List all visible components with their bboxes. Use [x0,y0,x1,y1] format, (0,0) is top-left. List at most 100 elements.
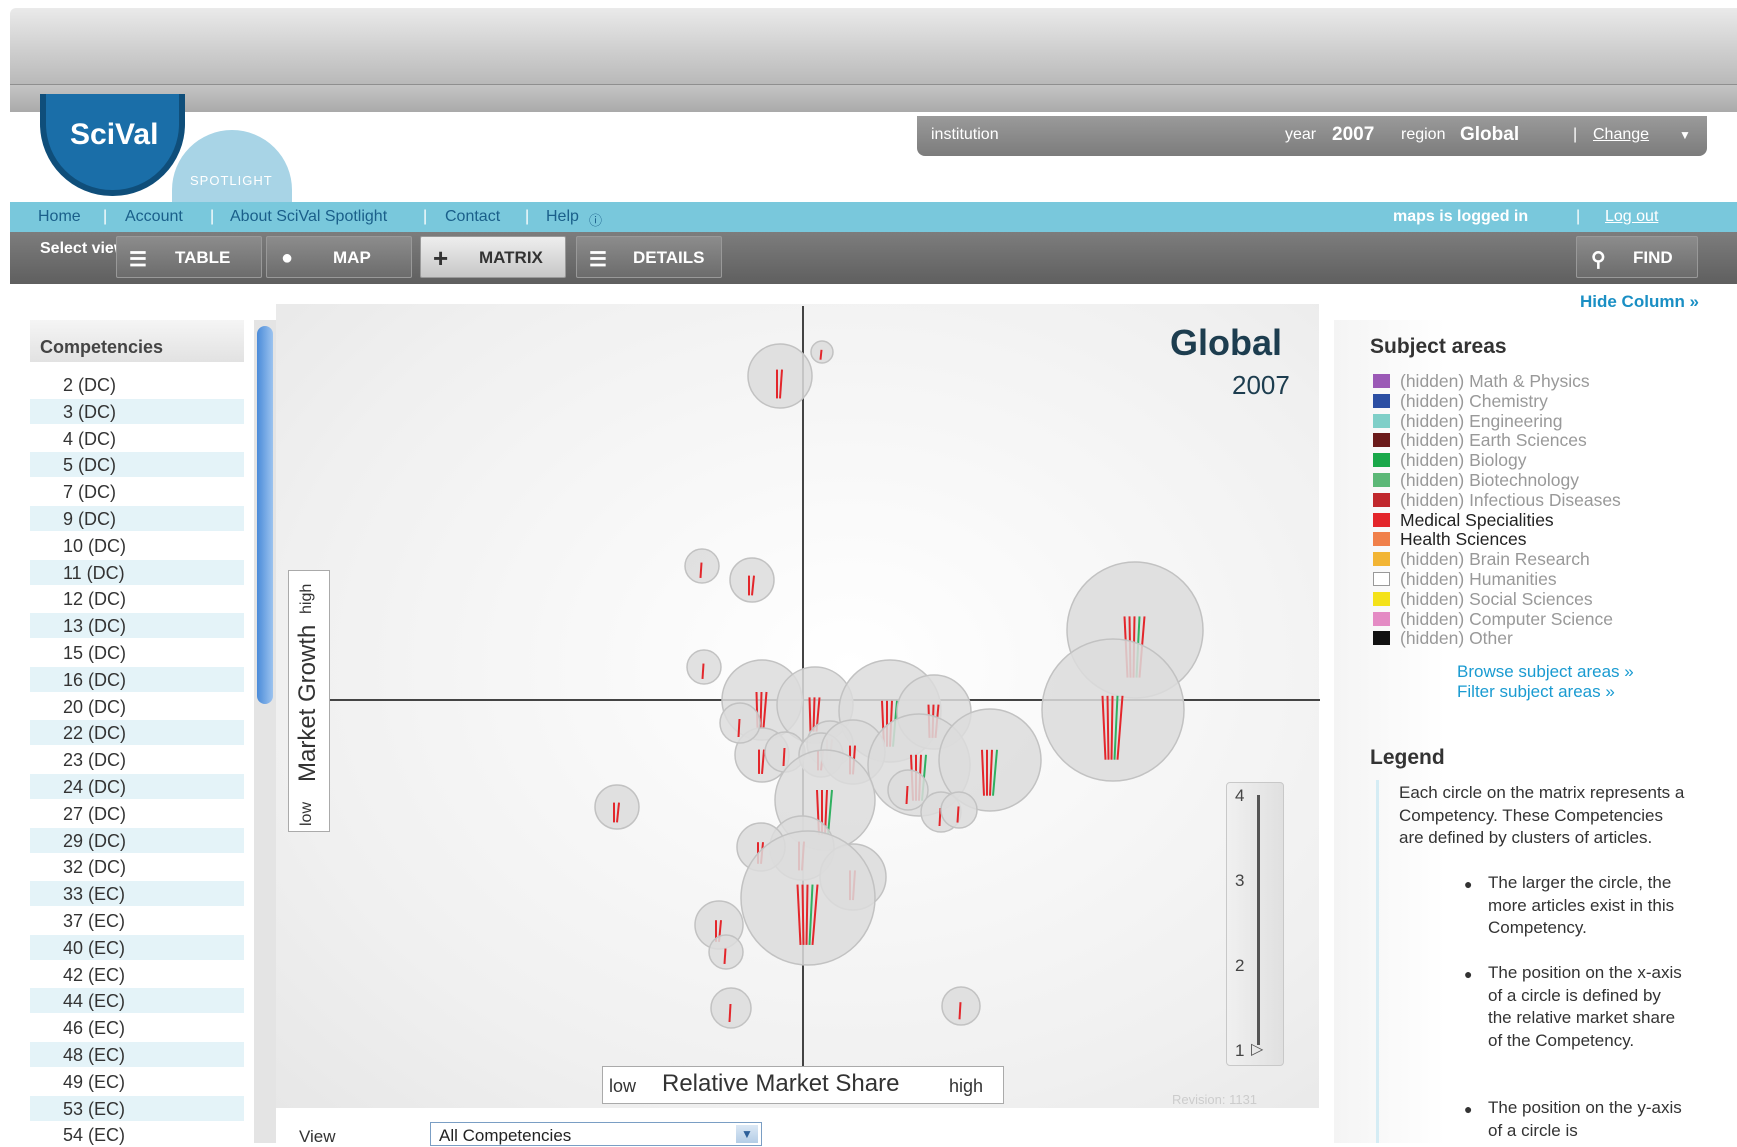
window-toolbar [10,84,1737,113]
competency-row[interactable]: 44 (EC) [30,988,244,1014]
competency-row[interactable]: 40 (EC) [30,934,244,960]
competency-row[interactable]: 22 (DC) [30,720,244,746]
nav-about[interactable]: About SciVal Spotlight [230,208,387,226]
competency-label: 5 (DC) [63,455,116,476]
chevron-down-icon[interactable]: ▼ [1679,128,1691,142]
competency-row[interactable]: 7 (DC) [30,479,244,504]
view-select[interactable]: All Competencies ▼ [430,1122,762,1146]
matrix-view-button[interactable]: + MATRIX [420,236,566,278]
competency-row[interactable]: 9 (DC) [30,506,244,531]
subject-area-label: (hidden) Engineering [1400,410,1563,431]
competency-row[interactable]: 37 (EC) [30,908,244,933]
list-icon: ☰ [129,249,147,271]
color-swatch-icon [1373,591,1390,606]
hide-column-link[interactable]: Hide Column » [1580,292,1699,312]
nav-account[interactable]: Account [125,208,183,226]
competency-label: 4 (DC) [63,428,116,449]
details-view-button[interactable]: ☰ DETAILS [576,236,722,278]
change-separator: | [1573,126,1578,143]
competency-label: 46 (EC) [63,1018,126,1039]
subject-area-label: (hidden) Infectious Diseases [1400,489,1621,510]
bubble-size-slider[interactable]: 4 3 2 1 ▷ [1226,782,1284,1066]
slider-track[interactable] [1257,795,1260,1045]
competency-row[interactable]: 5 (DC) [30,452,244,478]
chevron-down-icon[interactable]: ▼ [736,1125,758,1143]
competency-row[interactable]: 53 (EC) [30,1095,244,1121]
subject-area-spike [782,747,786,767]
competency-row[interactable]: 49 (EC) [30,1069,244,1094]
competency-label: 9 (DC) [63,509,116,529]
color-swatch-icon [1373,433,1390,448]
x-axis-label: Relative Market Share [662,1070,900,1097]
slider-tick: 1 [1235,1041,1245,1060]
competency-row[interactable]: 29 (DC) [30,827,244,853]
table-view-button[interactable]: ☰ TABLE [116,236,262,278]
competency-label: 22 (DC) [63,723,127,744]
competency-row[interactable]: 10 (DC) [30,533,244,558]
subject-area-label: (hidden) Humanities [1400,569,1557,589]
competency-bubbles[interactable] [276,304,1319,1108]
competencies-panel: Competencies 2 (DC) 3 (DC) 4 (DC) 5 (DC) 7 (… [30,320,244,1145]
legend-bullet: The larger the circle, the more articles… [1488,873,1675,937]
subject-area-spike [699,562,703,578]
bullet-icon: ● [1464,876,1473,892]
competency-row[interactable]: 13 (DC) [30,613,244,639]
nav-separator: | [103,208,108,225]
change-link[interactable]: Change [1593,126,1649,143]
competency-row[interactable]: 16 (DC) [30,666,244,692]
color-swatch-icon [1373,393,1390,408]
browse-subject-areas-link[interactable]: Browse subject areas » [1457,662,1634,682]
globe-icon: ● [281,247,294,269]
slider-handle-icon[interactable]: ▷ [1251,1039,1263,1059]
competency-row[interactable]: 33 (EC) [30,881,244,907]
y-axis-label: Market Growth [294,624,321,782]
find-button[interactable]: ⚲ FIND [1576,236,1698,278]
competency-row[interactable]: 32 (DC) [30,854,244,879]
competency-row[interactable]: 4 (DC) [30,426,244,451]
competency-label: 37 (EC) [63,911,126,931]
competencies-header[interactable]: Competencies [30,320,244,362]
legend-bullet: The position on the x-axis of a circle i… [1488,963,1682,1050]
year-value: 2007 [1332,124,1375,145]
competency-row[interactable]: 11 (DC) [30,559,244,585]
nav-contact[interactable]: Contact [445,208,500,226]
competency-row[interactable]: 3 (DC) [30,398,244,424]
competency-label: 16 (DC) [63,669,127,690]
competency-row[interactable]: 20 (DC) [30,694,244,719]
color-swatch-icon [1373,631,1390,646]
help-info-icon[interactable]: ⓘ [589,210,602,229]
competency-label: 48 (EC) [63,1045,126,1065]
competency-label: 49 (EC) [63,1071,126,1092]
nav-home[interactable]: Home [38,208,81,226]
map-view-button[interactable]: ● MAP [266,236,412,278]
competency-label: 44 (EC) [63,991,126,1012]
filter-subject-areas-link[interactable]: Filter subject areas » [1457,682,1615,702]
competencies-scrollbar[interactable] [254,320,276,1143]
competency-row[interactable]: 12 (DC) [30,586,244,611]
competency-bubble[interactable] [729,557,775,603]
subject-area-spike [737,718,741,738]
nav-help[interactable]: Help [546,208,579,226]
y-axis-high: high [298,583,315,614]
competency-row[interactable]: 48 (EC) [30,1042,244,1067]
subject-area-label: Medical Specialities [1400,509,1554,530]
color-swatch-icon [1373,473,1390,487]
competency-row[interactable]: 42 (EC) [30,962,244,987]
competency-label: 53 (EC) [63,1098,126,1119]
competency-row[interactable]: 15 (DC) [30,640,244,665]
competency-row[interactable]: 2 (DC) [30,372,244,397]
scrollbar-thumb[interactable] [257,326,273,704]
x-axis-low: low [609,1076,637,1096]
competency-row[interactable]: 23 (DC) [30,747,244,772]
nav-separator: | [210,208,215,225]
competency-row[interactable]: 46 (EC) [30,1015,244,1040]
subject-area-spike [958,1002,962,1020]
competency-row[interactable]: 24 (DC) [30,774,244,799]
slider-tick: 3 [1235,871,1245,890]
region-value: Global [1460,124,1520,145]
competency-row[interactable]: 27 (DC) [30,801,244,826]
crosshair-icon: + [433,243,449,273]
subject-area-label: (hidden) Math & Physics [1400,371,1590,391]
competency-row[interactable]: 54 (EC) [30,1122,244,1147]
logout-link[interactable]: Log out [1605,208,1658,226]
